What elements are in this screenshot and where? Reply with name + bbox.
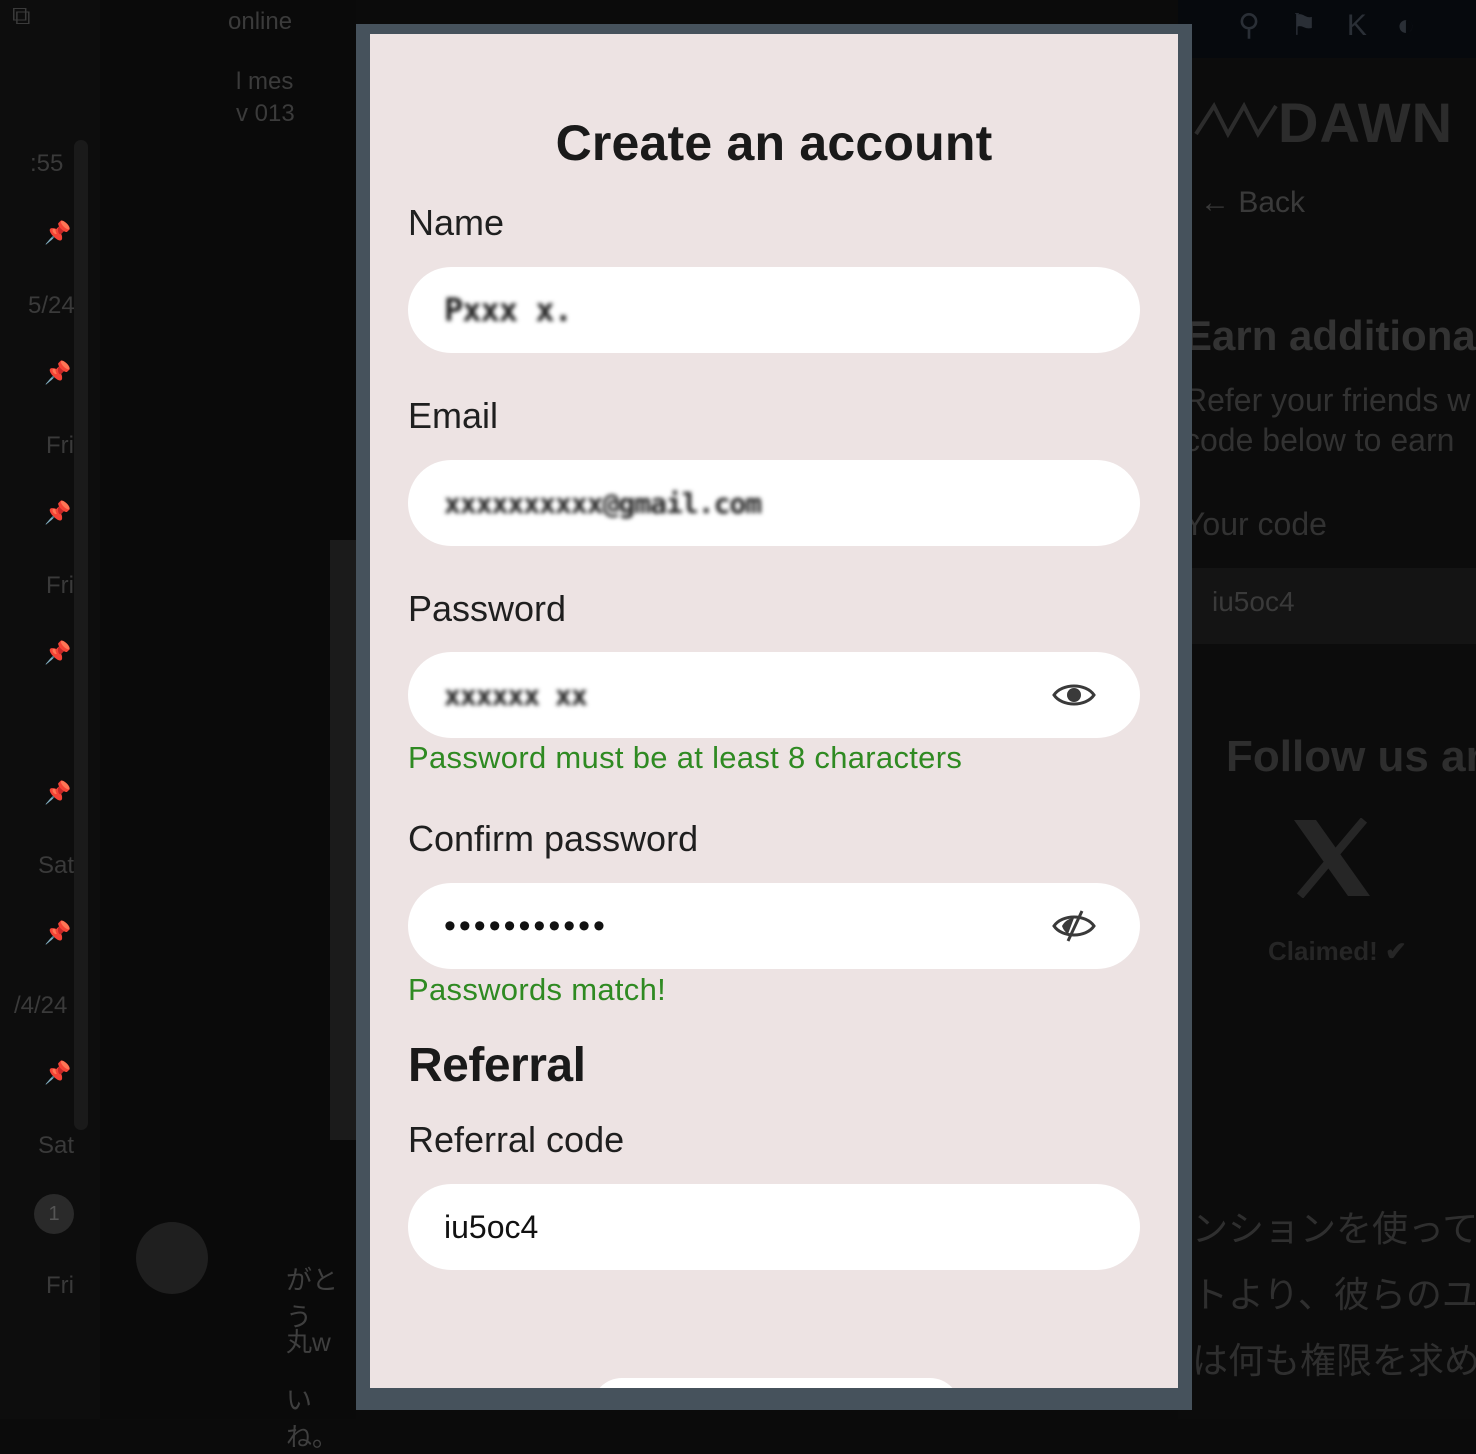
modal-title: Create an account <box>555 115 993 171</box>
submit-button[interactable] <box>592 1378 960 1388</box>
create-account-modal: Create an account Name Pxxx x. Email xxx… <box>370 34 1178 1388</box>
message-snippet: 丸w <box>286 1327 331 1357</box>
referral-code-label: Referral code <box>408 1119 625 1160</box>
browser-toolbar: ⚲⚑K◐ <box>1178 0 1476 58</box>
claimed-label: Claimed! ✔ <box>1268 936 1407 966</box>
email-label: Email <box>408 395 499 436</box>
referral-code-field[interactable]: iu5oc4 <box>408 1184 1140 1270</box>
show-confirm-password-toggle[interactable] <box>1052 908 1096 944</box>
description-text: トより、彼らのユ <box>1192 1274 1476 1315</box>
pin-icon: 📌 <box>44 1060 72 1085</box>
avatar <box>136 1222 208 1294</box>
password-value: xxxxxx xx <box>444 678 588 712</box>
chat-date: Sat <box>38 1132 75 1159</box>
pin-icon: 📌 <box>44 500 72 525</box>
show-password-toggle[interactable] <box>1052 677 1096 713</box>
header-snippet: l mes v 013 <box>236 68 295 127</box>
chat-date: 5/24 <box>28 292 75 319</box>
message-snippet: いね。 <box>286 1385 339 1452</box>
pin-icon: 📌 <box>44 220 72 245</box>
follow-heading: Follow us an <box>1226 732 1476 781</box>
dawn-logo-icon <box>1194 101 1278 139</box>
your-code-label: Your code <box>1184 506 1327 542</box>
pin-icon: 📌 <box>44 360 72 385</box>
pin-icon: 📌 <box>44 920 72 945</box>
status-text: online <box>228 8 293 35</box>
eye-icon <box>1052 684 1096 706</box>
passwords-match-hint: Passwords match! <box>408 972 667 1007</box>
description-text: ンションを使って <box>1192 1208 1476 1249</box>
refer-text: Refer your friends w code below to earn <box>1184 382 1471 458</box>
x-logo-icon[interactable] <box>1290 818 1374 898</box>
name-field[interactable]: Pxxx x. <box>408 267 1140 353</box>
your-code-value: iu5oc4 <box>1212 586 1295 617</box>
referral-heading: Referral <box>408 1039 586 1092</box>
email-field[interactable]: xxxxxxxxxx@gmail.com <box>408 460 1140 546</box>
email-value: xxxxxxxxxx@gmail.com <box>444 486 762 520</box>
compose-icon: ⧉ <box>12 0 31 30</box>
password-length-hint: Password must be at least 8 characters <box>408 740 963 775</box>
back-link[interactable]: ← Back <box>1200 186 1305 220</box>
confirm-password-value: ••••••••••• <box>444 906 608 945</box>
name-label: Name <box>408 202 505 243</box>
background-dawn-extension: ⚲⚑K◐ DAWN ← Back Earn additional Refer y… <box>1178 0 1476 1419</box>
unread-badge: 1 <box>34 1194 74 1234</box>
scrollbar[interactable] <box>74 140 88 1130</box>
referral-code-value: iu5oc4 <box>444 1208 539 1245</box>
chat-date: Sat <box>38 852 75 879</box>
earn-heading: Earn additional <box>1184 312 1476 359</box>
description-text: は何も権限を求めて <box>1192 1340 1476 1381</box>
confirm-password-label: Confirm password <box>408 818 699 859</box>
pin-icon: 📌 <box>44 780 72 805</box>
background-chat-app: ⧉ online l mes v 013 :55 📌 5/24 📌 Fri 📌 … <box>0 0 356 1452</box>
dawn-logo-text: DAWN <box>1278 91 1454 154</box>
chat-date: Fri <box>46 1272 74 1299</box>
chat-date: Fri <box>46 572 74 599</box>
message-bubble <box>330 540 356 1140</box>
password-field[interactable]: xxxxxx xx <box>408 652 1140 738</box>
chat-date: /4/24 <box>14 992 68 1019</box>
extension-icons: ⚲⚑K◐ <box>1238 9 1445 42</box>
eye-slash-icon <box>1052 910 1096 942</box>
chat-date: :55 <box>30 150 64 177</box>
confirm-password-field[interactable]: ••••••••••• <box>408 883 1140 969</box>
pin-icon: 📌 <box>44 640 72 665</box>
password-label: Password <box>408 588 567 629</box>
chat-date: Fri <box>46 432 74 459</box>
name-value: Pxxx x. <box>444 291 573 329</box>
